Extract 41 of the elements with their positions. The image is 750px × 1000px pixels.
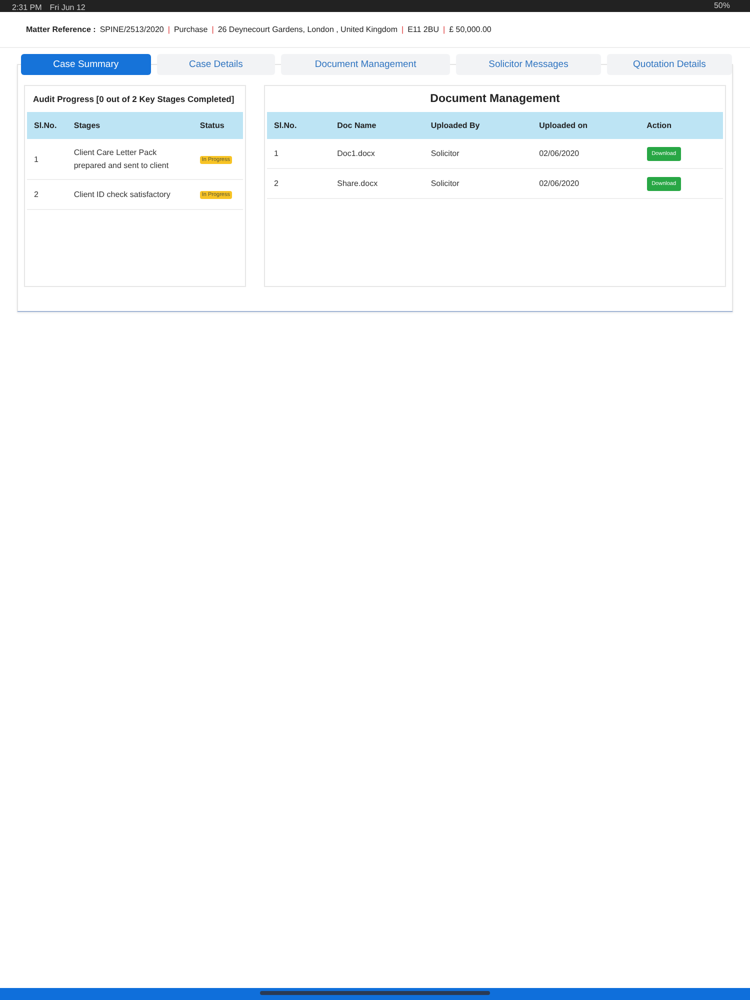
table-cell: Doc1.docx <box>330 139 424 168</box>
separator: | <box>401 25 404 34</box>
tab[interactable]: Quotation Details <box>607 54 732 75</box>
column-header: Action <box>640 112 723 139</box>
separator: | <box>168 25 170 34</box>
table-cell: Solicitor <box>424 168 532 198</box>
matter-reference-label: Matter Reference : <box>26 25 96 34</box>
table-cell: 1 <box>267 139 330 168</box>
tab[interactable]: Document Management <box>281 54 450 75</box>
tab[interactable]: Case Summary <box>21 54 151 75</box>
status-time: 2:31 PM <box>12 3 42 12</box>
column-header: Status <box>192 112 243 139</box>
panel-title: Audit Progress [0 out of 2 Key Stages Completed] <box>32 93 236 106</box>
column-header: Sl.No. <box>267 112 330 139</box>
matter-reference-value: £ 50,000.00 <box>449 25 492 34</box>
panel-title: Document Management <box>429 92 561 107</box>
matter-reference-value: E11 2BU <box>408 25 439 34</box>
table-cell: Share.docx <box>330 168 424 198</box>
separator: | <box>212 25 214 34</box>
table-cell: Client Care Letter Pack prepared and sent to client <box>66 139 193 180</box>
table-cell: Solicitor <box>424 139 532 168</box>
table-cell: 02/06/2020 <box>532 168 640 198</box>
column-header: Stages <box>66 112 193 139</box>
home-indicator[interactable] <box>260 991 490 995</box>
table-cell: 1 <box>27 139 67 180</box>
column-header: Doc Name <box>330 112 424 139</box>
table-cell: Client ID check satisfactory <box>66 180 193 210</box>
table-cell: 02/06/2020 <box>532 139 640 168</box>
status-date: Fri Jun 12 <box>50 3 86 12</box>
column-header: Sl.No. <box>27 112 67 139</box>
table-cell: 2 <box>267 168 330 198</box>
column-header: Uploaded on <box>532 112 640 139</box>
tab[interactable]: Case Details <box>156 54 276 75</box>
matter-reference-value: SPINE/2513/2020 <box>100 25 164 34</box>
tab[interactable]: Solicitor Messages <box>456 54 601 75</box>
matter-reference-value: Purchase <box>174 25 208 34</box>
separator: | <box>443 25 446 34</box>
table-cell: 2 <box>27 180 67 210</box>
column-header: Uploaded By <box>424 112 532 139</box>
battery-percent: 50% <box>714 1 730 11</box>
matter-reference-value: 26 Deynecourt Gardens, London , United Kingdom <box>218 25 398 34</box>
